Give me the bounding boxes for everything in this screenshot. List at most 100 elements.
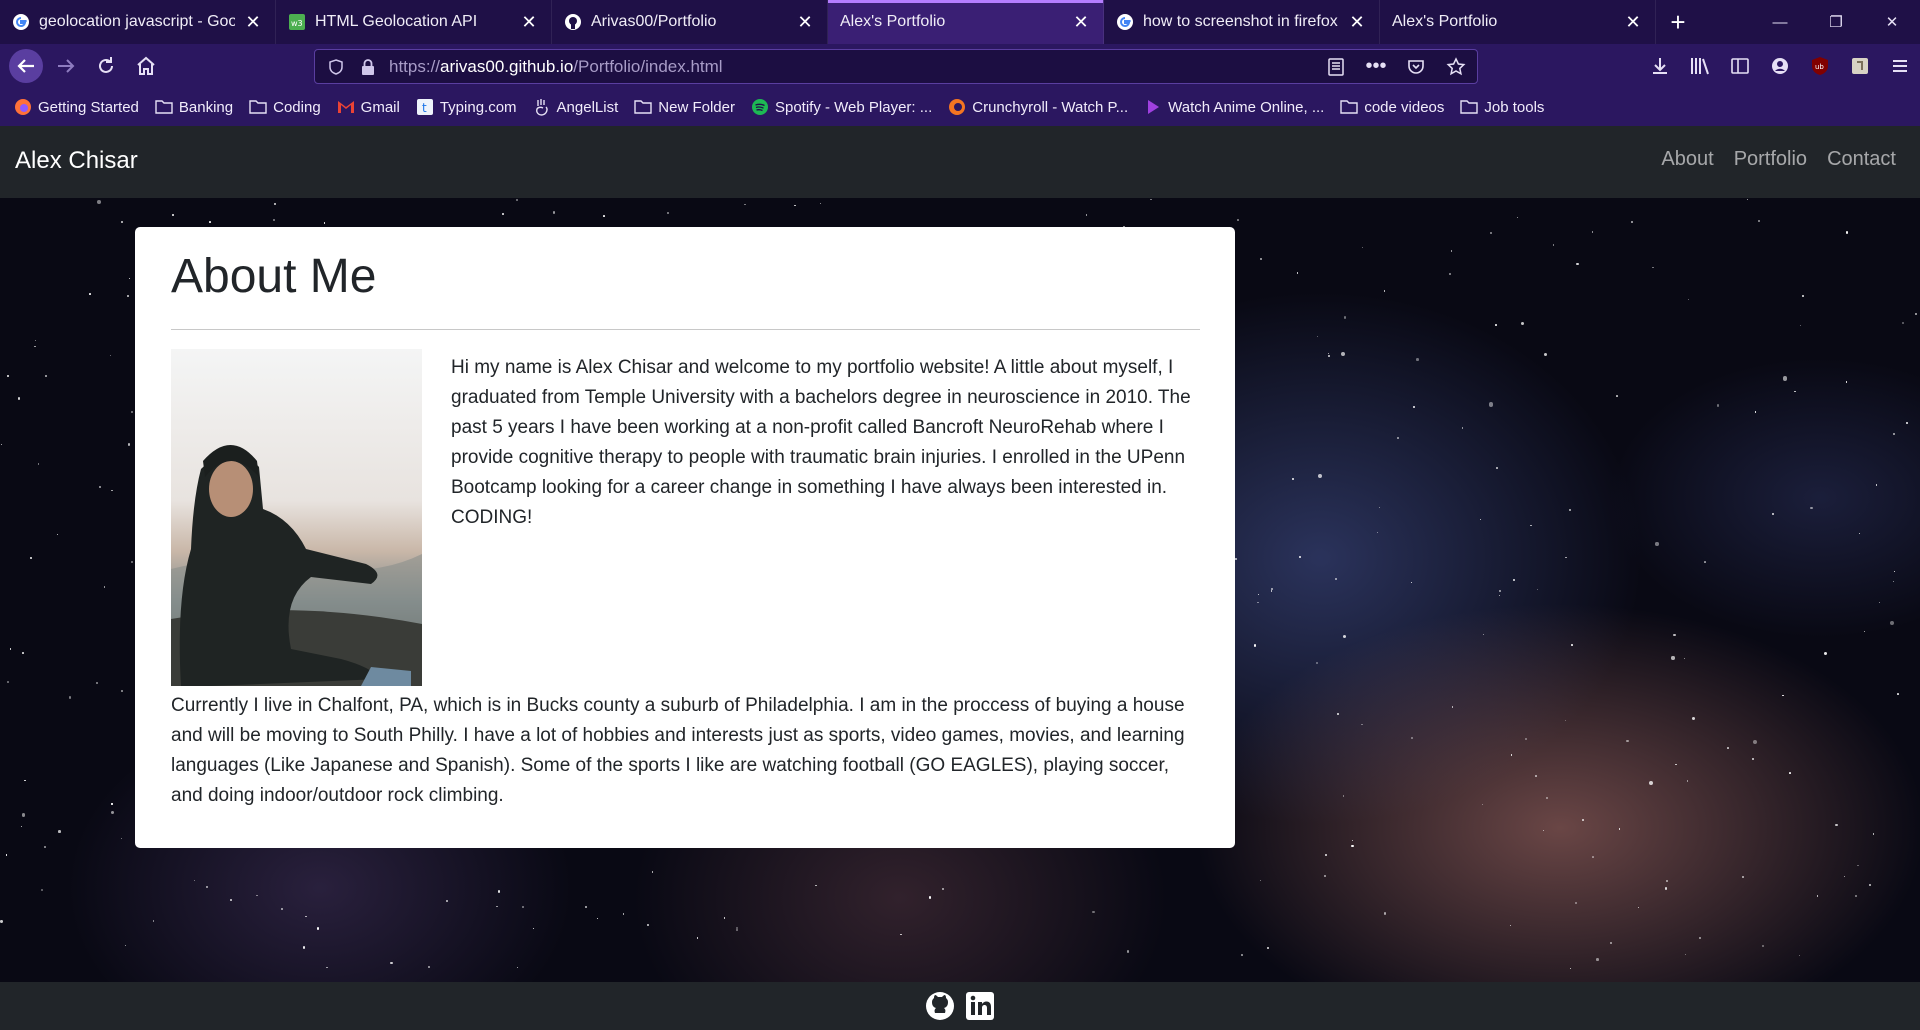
star <box>1482 633 1485 635</box>
close-icon[interactable]: ✕ <box>795 12 815 32</box>
star <box>44 846 47 849</box>
star <box>57 534 59 536</box>
star <box>1704 560 1707 563</box>
star <box>130 410 133 413</box>
star <box>34 345 37 348</box>
star <box>1085 213 1088 216</box>
tab-html-geolocation[interactable]: w3 HTML Geolocation API ✕ <box>276 0 552 44</box>
star <box>1296 272 1299 275</box>
close-icon[interactable]: ✕ <box>519 12 539 32</box>
back-button[interactable] <box>6 48 46 84</box>
bookmark-gmail[interactable]: Gmail <box>337 98 400 116</box>
star <box>1499 589 1502 592</box>
more-actions-icon[interactable]: ••• <box>1363 54 1389 80</box>
star <box>20 825 22 827</box>
bookmark-star-icon[interactable] <box>1443 54 1469 80</box>
lock-icon[interactable] <box>357 56 379 78</box>
star <box>743 203 746 206</box>
star <box>111 489 113 491</box>
star <box>1534 774 1537 777</box>
star <box>1845 231 1849 234</box>
star <box>1671 656 1675 660</box>
bookmark-crunchyroll[interactable]: Crunchyroll - Watch P... <box>948 98 1128 116</box>
tab-screenshot-search[interactable]: how to screenshot in firefox br ✕ <box>1104 0 1380 44</box>
star <box>1683 657 1686 659</box>
star <box>1298 555 1302 558</box>
star <box>1591 231 1594 233</box>
account-icon[interactable] <box>1760 48 1800 84</box>
tab-github-portfolio[interactable]: Arivas00/Portfolio ✕ <box>552 0 828 44</box>
angellist-icon <box>533 98 551 116</box>
minimize-icon[interactable]: — <box>1752 0 1808 44</box>
star <box>516 966 518 968</box>
download-icon[interactable] <box>1640 48 1680 84</box>
restore-icon[interactable]: ❐ <box>1808 0 1864 44</box>
svg-text:t: t <box>422 101 427 115</box>
bookmark-spotify[interactable]: Spotify - Web Player: ... <box>751 98 932 116</box>
close-icon[interactable]: ✕ <box>1347 12 1367 32</box>
tab-label: HTML Geolocation API <box>315 13 478 30</box>
star <box>316 927 320 930</box>
bookmark-code-videos[interactable]: code videos <box>1340 98 1444 116</box>
menu-icon[interactable] <box>1880 48 1920 84</box>
site-brand[interactable]: Alex Chisar <box>15 147 138 175</box>
star <box>1529 524 1532 527</box>
bookmark-new-folder[interactable]: New Folder <box>634 98 735 116</box>
bookmark-job-tools[interactable]: Job tools <box>1460 98 1544 116</box>
close-icon[interactable]: ✕ <box>1071 12 1091 32</box>
new-tab-button[interactable]: + <box>1656 0 1700 44</box>
bookmark-watch-anime[interactable]: Watch Anime Online, ... <box>1144 98 1324 116</box>
star <box>9 648 11 650</box>
star <box>1610 942 1612 944</box>
tab-geolocation-search[interactable]: geolocation javascript - Goog ✕ <box>0 0 276 44</box>
star <box>1461 427 1464 429</box>
star <box>1746 198 1748 201</box>
home-button[interactable] <box>126 48 166 84</box>
star <box>1893 580 1895 583</box>
sidebar-icon[interactable] <box>1720 48 1760 84</box>
nav-contact[interactable]: Contact <box>1827 148 1896 171</box>
close-icon[interactable]: ✕ <box>1623 12 1643 32</box>
star <box>1630 220 1633 223</box>
star <box>1717 404 1720 407</box>
star <box>1545 796 1549 800</box>
reload-button[interactable] <box>86 48 126 84</box>
bookmark-typing[interactable]: t Typing.com <box>416 98 517 116</box>
star <box>1481 804 1483 806</box>
star <box>596 917 599 919</box>
address-bar[interactable]: https://arivas00.github.io/Portfolio/ind… <box>314 49 1478 84</box>
bookmark-coding[interactable]: Coding <box>249 98 321 116</box>
reader-view-icon[interactable] <box>1323 54 1349 80</box>
ublock-icon[interactable]: ub <box>1800 48 1840 84</box>
star <box>1875 484 1877 486</box>
close-window-icon[interactable]: ✕ <box>1864 0 1920 44</box>
bookmark-angellist[interactable]: AngelList <box>533 98 619 116</box>
pocket-icon[interactable] <box>1403 54 1429 80</box>
bookmark-getting-started[interactable]: Getting Started <box>14 98 139 116</box>
svg-text:ub: ub <box>1815 63 1824 71</box>
forward-button[interactable] <box>46 48 86 84</box>
star <box>1810 507 1813 510</box>
star <box>1581 818 1585 822</box>
star <box>1564 719 1566 722</box>
tab-alexs-portfolio[interactable]: Alex's Portfolio ✕ <box>1380 0 1656 44</box>
library-icon[interactable] <box>1680 48 1720 84</box>
star <box>120 689 123 692</box>
nav-portfolio[interactable]: Portfolio <box>1734 148 1807 171</box>
nav-about[interactable]: About <box>1661 148 1713 171</box>
bookmark-banking[interactable]: Banking <box>155 98 233 116</box>
star <box>89 293 91 296</box>
shield-icon[interactable] <box>325 56 347 78</box>
star <box>21 813 26 817</box>
extension-icon[interactable] <box>1840 48 1880 84</box>
close-icon[interactable]: ✕ <box>243 12 263 32</box>
tab-alexs-portfolio-active[interactable]: Alex's Portfolio ✕ <box>828 0 1104 44</box>
bookmark-label: New Folder <box>658 98 735 116</box>
star <box>585 905 588 909</box>
star <box>1267 946 1270 950</box>
github-icon[interactable] <box>924 990 956 1022</box>
star <box>1665 879 1668 882</box>
bookmark-label: AngelList <box>556 98 619 116</box>
star <box>1257 601 1259 604</box>
linkedin-icon[interactable] <box>964 990 996 1022</box>
